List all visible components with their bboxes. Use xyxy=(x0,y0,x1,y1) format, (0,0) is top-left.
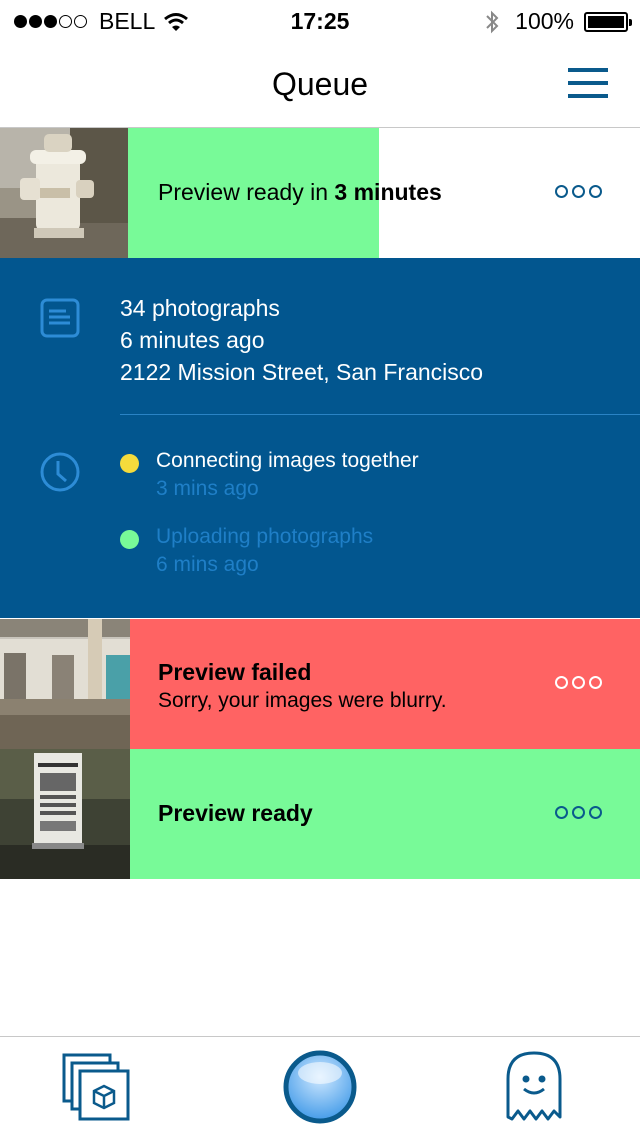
queue-item-failed[interactable]: Preview failed Sorry, your images were b… xyxy=(0,619,640,749)
tab-bar xyxy=(0,1036,640,1136)
event-title: Connecting images together xyxy=(156,449,419,472)
document-icon xyxy=(40,298,80,338)
more-options-icon[interactable] xyxy=(551,185,602,198)
preview-status-text: Preview ready in 3 minutes xyxy=(158,179,442,205)
thumbnail-fire-hydrant xyxy=(0,128,128,258)
bluetooth-icon xyxy=(486,10,499,33)
photo-count: 34 photographs xyxy=(120,295,280,321)
more-options-icon[interactable] xyxy=(551,676,602,689)
thumbnail-hallway xyxy=(0,619,130,749)
clock-icon xyxy=(40,452,80,492)
event-status-dot xyxy=(120,454,139,473)
queue-item-processing[interactable]: Preview ready in 3 minutes xyxy=(0,128,640,258)
captured-time: 6 minutes ago xyxy=(120,327,265,353)
failed-subtitle: Sorry, your images were blurry. xyxy=(158,689,447,712)
event-status-dot xyxy=(120,530,139,549)
queue-item-details: 34 photographs 6 minutes ago 2122 Missio… xyxy=(0,258,640,618)
queue-item-ready[interactable]: Preview ready xyxy=(0,749,640,879)
event-title: Uploading photographs xyxy=(156,525,374,548)
divider xyxy=(120,414,640,415)
ready-title: Preview ready xyxy=(158,800,313,826)
ghost-profile-icon[interactable] xyxy=(498,1049,570,1129)
status-bar: BELL 17:25 100% xyxy=(0,0,640,40)
battery-icon xyxy=(584,11,632,32)
location-address: 2122 Mission Street, San Francisco xyxy=(120,359,484,385)
battery-percent: 100% xyxy=(515,8,574,34)
event-time: 6 mins ago xyxy=(156,553,259,576)
hamburger-menu-icon[interactable] xyxy=(568,68,608,98)
event-time: 3 mins ago xyxy=(156,477,259,500)
camera-shutter-icon[interactable] xyxy=(282,1049,358,1125)
battery-area: 100% xyxy=(485,8,632,35)
gallery-stack-icon[interactable] xyxy=(60,1053,132,1125)
more-options-icon[interactable] xyxy=(551,806,602,819)
navigation-bar: Queue xyxy=(0,40,640,128)
failed-title: Preview failed xyxy=(158,659,312,685)
page-title: Queue xyxy=(271,66,369,102)
thumbnail-sign xyxy=(0,749,130,879)
